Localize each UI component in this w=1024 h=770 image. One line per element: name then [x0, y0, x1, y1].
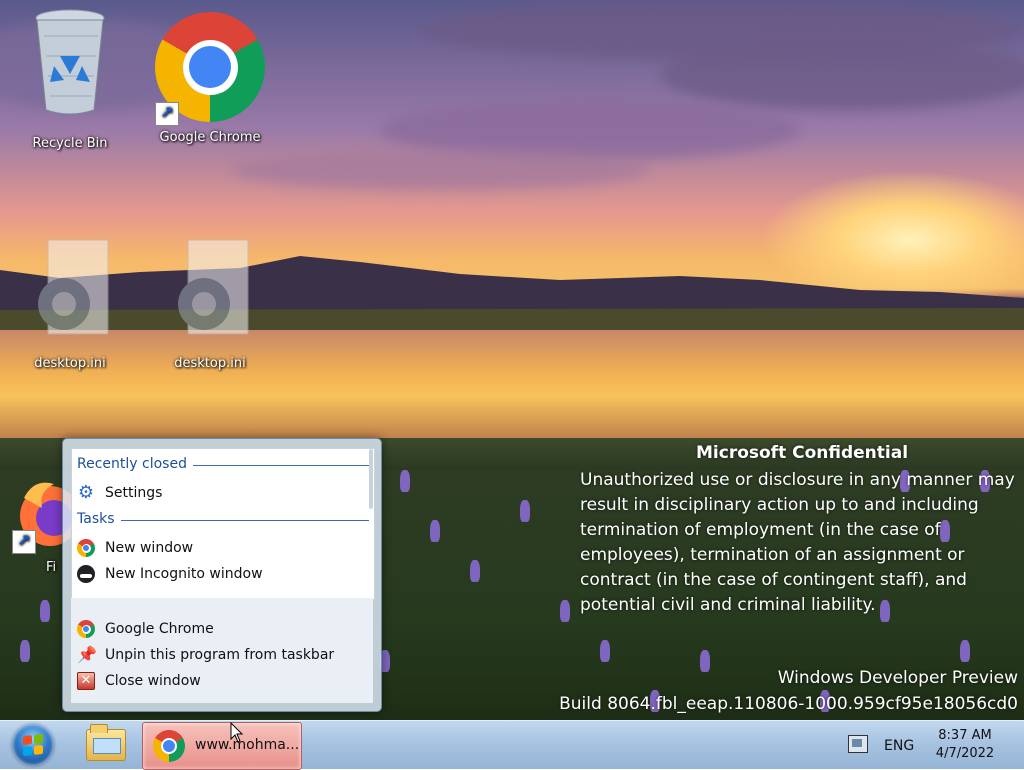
settings-file-icon [30, 238, 110, 338]
chrome-jump-list: Recently closed ⚙ Settings Tasks New win… [62, 438, 382, 712]
chrome-icon [153, 730, 185, 762]
jump-item-label: New Incognito window [105, 566, 263, 582]
watermark-build: Build 8064.fbl_eeap.110806-1000.959cf95e… [559, 694, 1018, 714]
recycle-bin-icon [34, 6, 106, 115]
desktop-icon-label: desktop.ini [34, 356, 106, 371]
language-indicator[interactable]: ENG [884, 738, 914, 754]
recently-closed-heading-text: Recently closed [77, 456, 187, 472]
desktop-icon-label: desktop.ini [174, 356, 246, 371]
heading-divider [192, 464, 369, 466]
desktop-icon-label: Fi [46, 560, 57, 575]
shortcut-arrow-icon [155, 102, 179, 126]
chrome-icon-wrap [155, 12, 265, 126]
jump-item-label: Google Chrome [105, 621, 214, 637]
incognito-icon [77, 565, 95, 583]
start-button[interactable] [12, 724, 54, 766]
recently-closed-heading: Recently closed [77, 456, 369, 472]
jump-item-label: Close window [105, 673, 201, 689]
jump-item-google-chrome[interactable]: Google Chrome [77, 617, 367, 641]
tasks-heading: Tasks [77, 511, 369, 527]
watermark-body: Unauthorized use or disclosure in any ma… [580, 470, 1015, 615]
desktop-icon-firefox[interactable]: Fi [0, 478, 80, 575]
heading-divider [120, 519, 369, 521]
flower [700, 650, 710, 672]
desktop-icon-desktop-ini-1[interactable]: desktop.ini [10, 238, 130, 371]
windows-logo-icon [23, 733, 43, 757]
jump-item-label: New window [105, 540, 194, 556]
flower [430, 520, 440, 542]
chrome-icon [77, 539, 95, 557]
flower [400, 470, 410, 492]
unpin-icon: 📌 [77, 645, 97, 664]
cloud [660, 40, 1024, 110]
desktop-icon-google-chrome[interactable]: Google Chrome [150, 12, 270, 145]
close-icon: ✕ [77, 672, 95, 690]
desktop-icon-desktop-ini-2[interactable]: desktop.ini [150, 238, 270, 371]
clock-date: 4/7/2022 [935, 746, 995, 761]
clock-time: 8:37 AM [938, 728, 992, 743]
jump-item-settings[interactable]: ⚙ Settings [77, 481, 367, 505]
watermark-edition: Windows Developer Preview [777, 668, 1018, 688]
settings-file-icon [170, 238, 250, 338]
flower [40, 600, 50, 622]
flower [600, 640, 610, 662]
flower [960, 640, 970, 662]
chrome-icon [77, 620, 95, 638]
desktop-icon-label: Google Chrome [159, 130, 261, 145]
desktop-icon-label: Recycle Bin [32, 136, 108, 151]
jump-list-scrollbar[interactable] [369, 449, 373, 509]
flower [520, 500, 530, 522]
flower [560, 600, 570, 622]
flower [470, 560, 480, 582]
jump-item-label: Unpin this program from taskbar [105, 647, 335, 663]
jump-item-new-incognito-window[interactable]: New Incognito window [77, 562, 367, 586]
tasks-heading-text: Tasks [77, 511, 115, 527]
folder-icon [86, 724, 126, 761]
network-icon[interactable] [848, 735, 868, 753]
jump-item-unpin[interactable]: 📌 Unpin this program from taskbar [77, 643, 367, 667]
taskbar-chrome-button[interactable]: www.mohma... [142, 722, 302, 770]
taskbar-file-explorer-button[interactable] [74, 723, 136, 767]
shortcut-arrow-icon [12, 530, 36, 554]
flower [20, 640, 30, 662]
jump-item-label: Settings [105, 485, 163, 501]
taskbar-chrome-label: www.mohma... [195, 737, 300, 753]
taskbar: www.mohma... ENG 8:37 AM 4/7/2022 [0, 720, 1024, 770]
jump-item-close-window[interactable]: ✕ Close window [77, 669, 367, 693]
cloud [230, 150, 650, 190]
desktop-icon-recycle-bin[interactable]: Recycle Bin [10, 6, 130, 151]
gear-icon: ⚙ [77, 482, 95, 503]
watermark-title: Microsoft Confidential [696, 443, 909, 463]
clock[interactable]: 8:37 AM 4/7/2022 [928, 727, 1002, 763]
jump-item-new-window[interactable]: New window [77, 536, 367, 560]
